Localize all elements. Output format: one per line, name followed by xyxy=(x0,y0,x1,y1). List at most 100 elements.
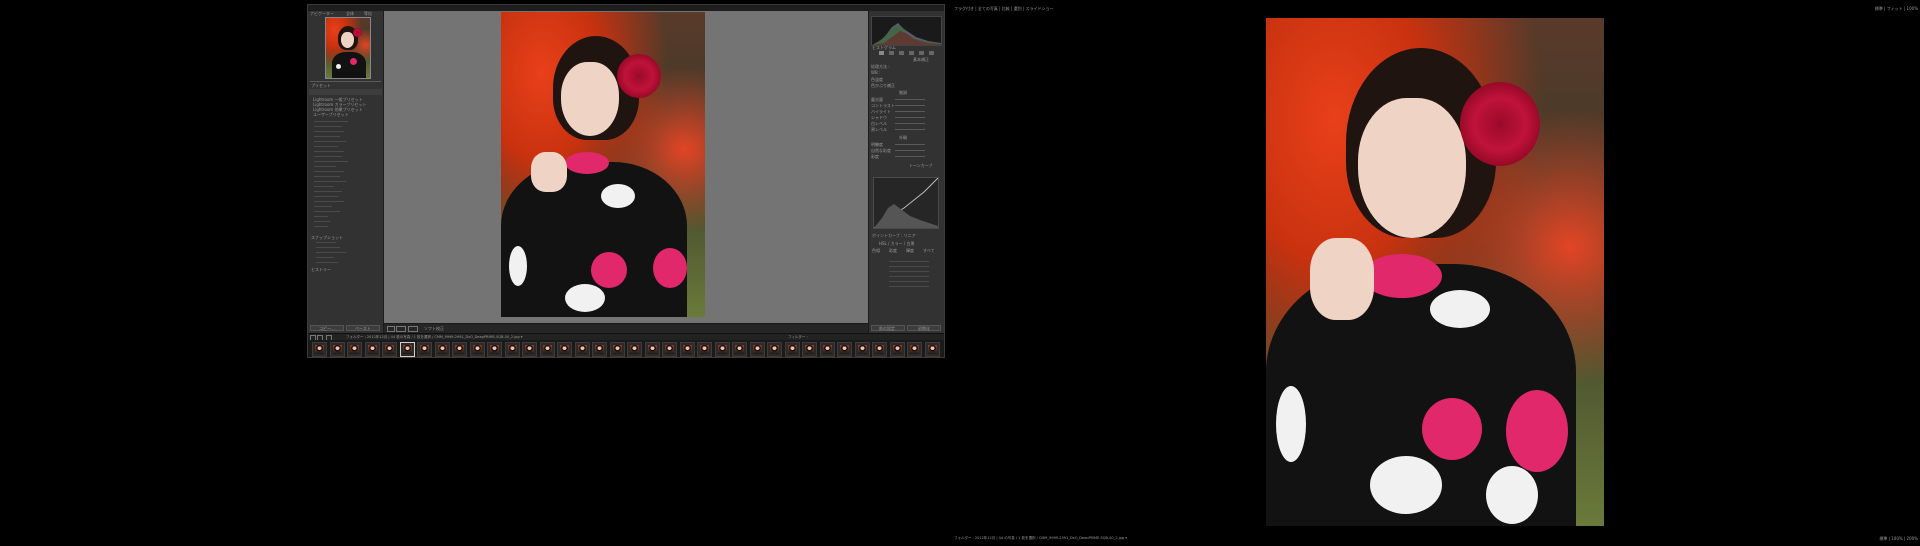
histogram-label: ヒストグラム xyxy=(872,45,896,50)
thumbnail-image xyxy=(805,345,814,354)
point-curve-label[interactable]: ポイントカーブ : リニア xyxy=(872,233,916,238)
hsl-tab-saturation[interactable]: 彩度 xyxy=(889,248,897,253)
hsl-tab-all[interactable]: すべて xyxy=(923,248,935,253)
thumbnail-image xyxy=(875,345,884,354)
filmstrip-thumbnail[interactable] xyxy=(644,342,660,357)
filmstrip-thumbnail[interactable] xyxy=(364,342,380,357)
navigator-tab-1[interactable]: 全体 xyxy=(346,11,354,16)
navigator-tab-2[interactable]: 等倍 xyxy=(364,11,372,16)
copy-button[interactable]: コピー... xyxy=(310,325,344,331)
exposure-slider[interactable] xyxy=(895,99,925,100)
slider-label: コントラスト xyxy=(871,103,895,108)
basic-header[interactable]: 基本補正 xyxy=(913,57,929,62)
history-header[interactable]: ヒストリー xyxy=(311,267,331,272)
secondary-path[interactable]: フォルダー : 2012年12月 | 44 の写真 / 1 枚を選択 / CMM… xyxy=(954,536,1127,541)
filmstrip-thumbnail[interactable] xyxy=(574,342,590,357)
loupe-view-icon[interactable] xyxy=(387,326,395,332)
filmstrip-thumbnail[interactable] xyxy=(609,342,625,357)
filmstrip-thumbnail[interactable] xyxy=(732,342,747,357)
filmstrip-thumbnail[interactable] xyxy=(522,342,537,357)
filmstrip-thumbnail[interactable] xyxy=(749,342,765,357)
filmstrip-thumbnail[interactable] xyxy=(679,342,695,357)
presets-header[interactable]: プリセット xyxy=(311,83,331,88)
soft-proofing-label[interactable]: ソフト校正 xyxy=(424,326,444,331)
navigator-preview[interactable] xyxy=(325,17,371,79)
whites-slider[interactable] xyxy=(895,123,925,124)
vibrance-slider[interactable] xyxy=(895,150,925,151)
thumbnail-image xyxy=(577,345,587,354)
thumbnail-image xyxy=(420,345,429,354)
filmstrip-thumbnail[interactable] xyxy=(417,342,432,357)
filmstrip-thumbnail[interactable] xyxy=(539,342,555,357)
filmstrip-thumbnail[interactable] xyxy=(382,342,397,357)
filmstrip-thumbnail[interactable] xyxy=(854,342,870,357)
filmstrip-thumbnail[interactable] xyxy=(767,342,782,357)
divider xyxy=(310,81,381,82)
thumbnail-image xyxy=(560,345,569,354)
graduated-filter-icon[interactable] xyxy=(909,51,914,55)
preset-item[interactable]: ユーザープリセット xyxy=(313,112,349,117)
filmstrip-thumbnail[interactable] xyxy=(627,342,642,357)
compare-icon[interactable] xyxy=(408,326,418,332)
hsl-tab-hue[interactable]: 色相 xyxy=(872,248,880,253)
secondary-zoom-options[interactable]: 標準 | フィット | 100% xyxy=(1875,6,1918,11)
filmstrip-thumbnail[interactable] xyxy=(592,342,607,357)
filmstrip[interactable] xyxy=(308,340,944,357)
filmstrip-thumbnail[interactable] xyxy=(714,342,730,357)
slider-label: シャドウ xyxy=(871,115,887,120)
filmstrip-thumbnail[interactable] xyxy=(819,342,835,357)
filmstrip-thumbnail[interactable] xyxy=(889,342,905,357)
shadows-slider[interactable] xyxy=(895,117,925,118)
filmstrip-thumbnail[interactable] xyxy=(697,342,712,357)
adjustment-brush-icon[interactable] xyxy=(929,51,934,55)
secondary-photo[interactable] xyxy=(1266,18,1604,526)
secondary-view-modes[interactable]: フラグ付き | 全ての写真 | 比較 | 選別 | スライドショー xyxy=(954,6,1054,11)
reset-button[interactable]: 初期化 xyxy=(907,325,941,331)
previous-button[interactable]: 前の設定 xyxy=(871,325,905,331)
navigator-tab-0[interactable]: ナビゲーター xyxy=(310,11,334,16)
filmstrip-thumbnail[interactable] xyxy=(434,342,450,357)
histogram[interactable] xyxy=(871,16,942,46)
paste-button[interactable]: ペースト xyxy=(346,325,380,331)
filmstrip-thumbnail[interactable] xyxy=(487,342,502,357)
hsl-tab-luminance[interactable]: 輝度 xyxy=(906,248,914,253)
filmstrip-thumbnail[interactable] xyxy=(347,342,362,357)
filmstrip-thumbnail[interactable] xyxy=(329,342,345,357)
loupe-toolbar: ソフト校正 xyxy=(384,323,870,333)
main-photo[interactable] xyxy=(501,12,705,317)
secondary-zoom-levels[interactable]: 標準 | 100% | 200% xyxy=(1879,536,1918,541)
tone-curve-header[interactable]: トーンカーブ xyxy=(909,163,933,168)
loupe-view[interactable] xyxy=(384,11,870,324)
filmstrip-thumbnail[interactable] xyxy=(784,342,800,357)
filmstrip-thumbnail[interactable] xyxy=(924,342,940,357)
filmstrip-thumbnail[interactable] xyxy=(312,342,327,357)
hsl-header[interactable]: HSL / カラー / 白黒 xyxy=(879,241,915,246)
filmstrip-thumbnail[interactable] xyxy=(802,342,817,357)
clarity-slider[interactable] xyxy=(895,144,925,145)
spot-removal-icon[interactable] xyxy=(889,51,894,55)
filmstrip-thumbnail[interactable] xyxy=(557,342,572,357)
thumbnail-image xyxy=(595,345,604,354)
red-eye-icon[interactable] xyxy=(899,51,904,55)
filmstrip-thumbnail[interactable] xyxy=(469,342,485,357)
radial-filter-icon[interactable] xyxy=(919,51,924,55)
filmstrip-thumbnail[interactable] xyxy=(662,342,677,357)
highlights-slider[interactable] xyxy=(895,111,925,112)
saturation-slider[interactable] xyxy=(895,156,925,157)
presets-search[interactable] xyxy=(309,89,382,95)
filmstrip-thumbnail[interactable] xyxy=(452,342,467,357)
filmstrip-thumbnail[interactable] xyxy=(399,342,415,357)
crop-icon[interactable] xyxy=(879,51,884,55)
tone-curve-graph[interactable] xyxy=(873,177,939,229)
thumbnail-image xyxy=(840,345,849,354)
filmstrip-thumbnail[interactable] xyxy=(907,342,922,357)
filmstrip-thumbnail[interactable] xyxy=(837,342,852,357)
slider-label: 白レベル xyxy=(871,121,887,126)
contrast-slider[interactable] xyxy=(895,105,925,106)
slider-label: ハイライト xyxy=(871,109,891,114)
filmstrip-thumbnail[interactable] xyxy=(504,342,520,357)
snapshots-header[interactable]: スナップショット xyxy=(311,235,343,240)
before-after-icon[interactable] xyxy=(396,326,406,332)
filmstrip-thumbnail[interactable] xyxy=(872,342,887,357)
blacks-slider[interactable] xyxy=(895,129,925,130)
